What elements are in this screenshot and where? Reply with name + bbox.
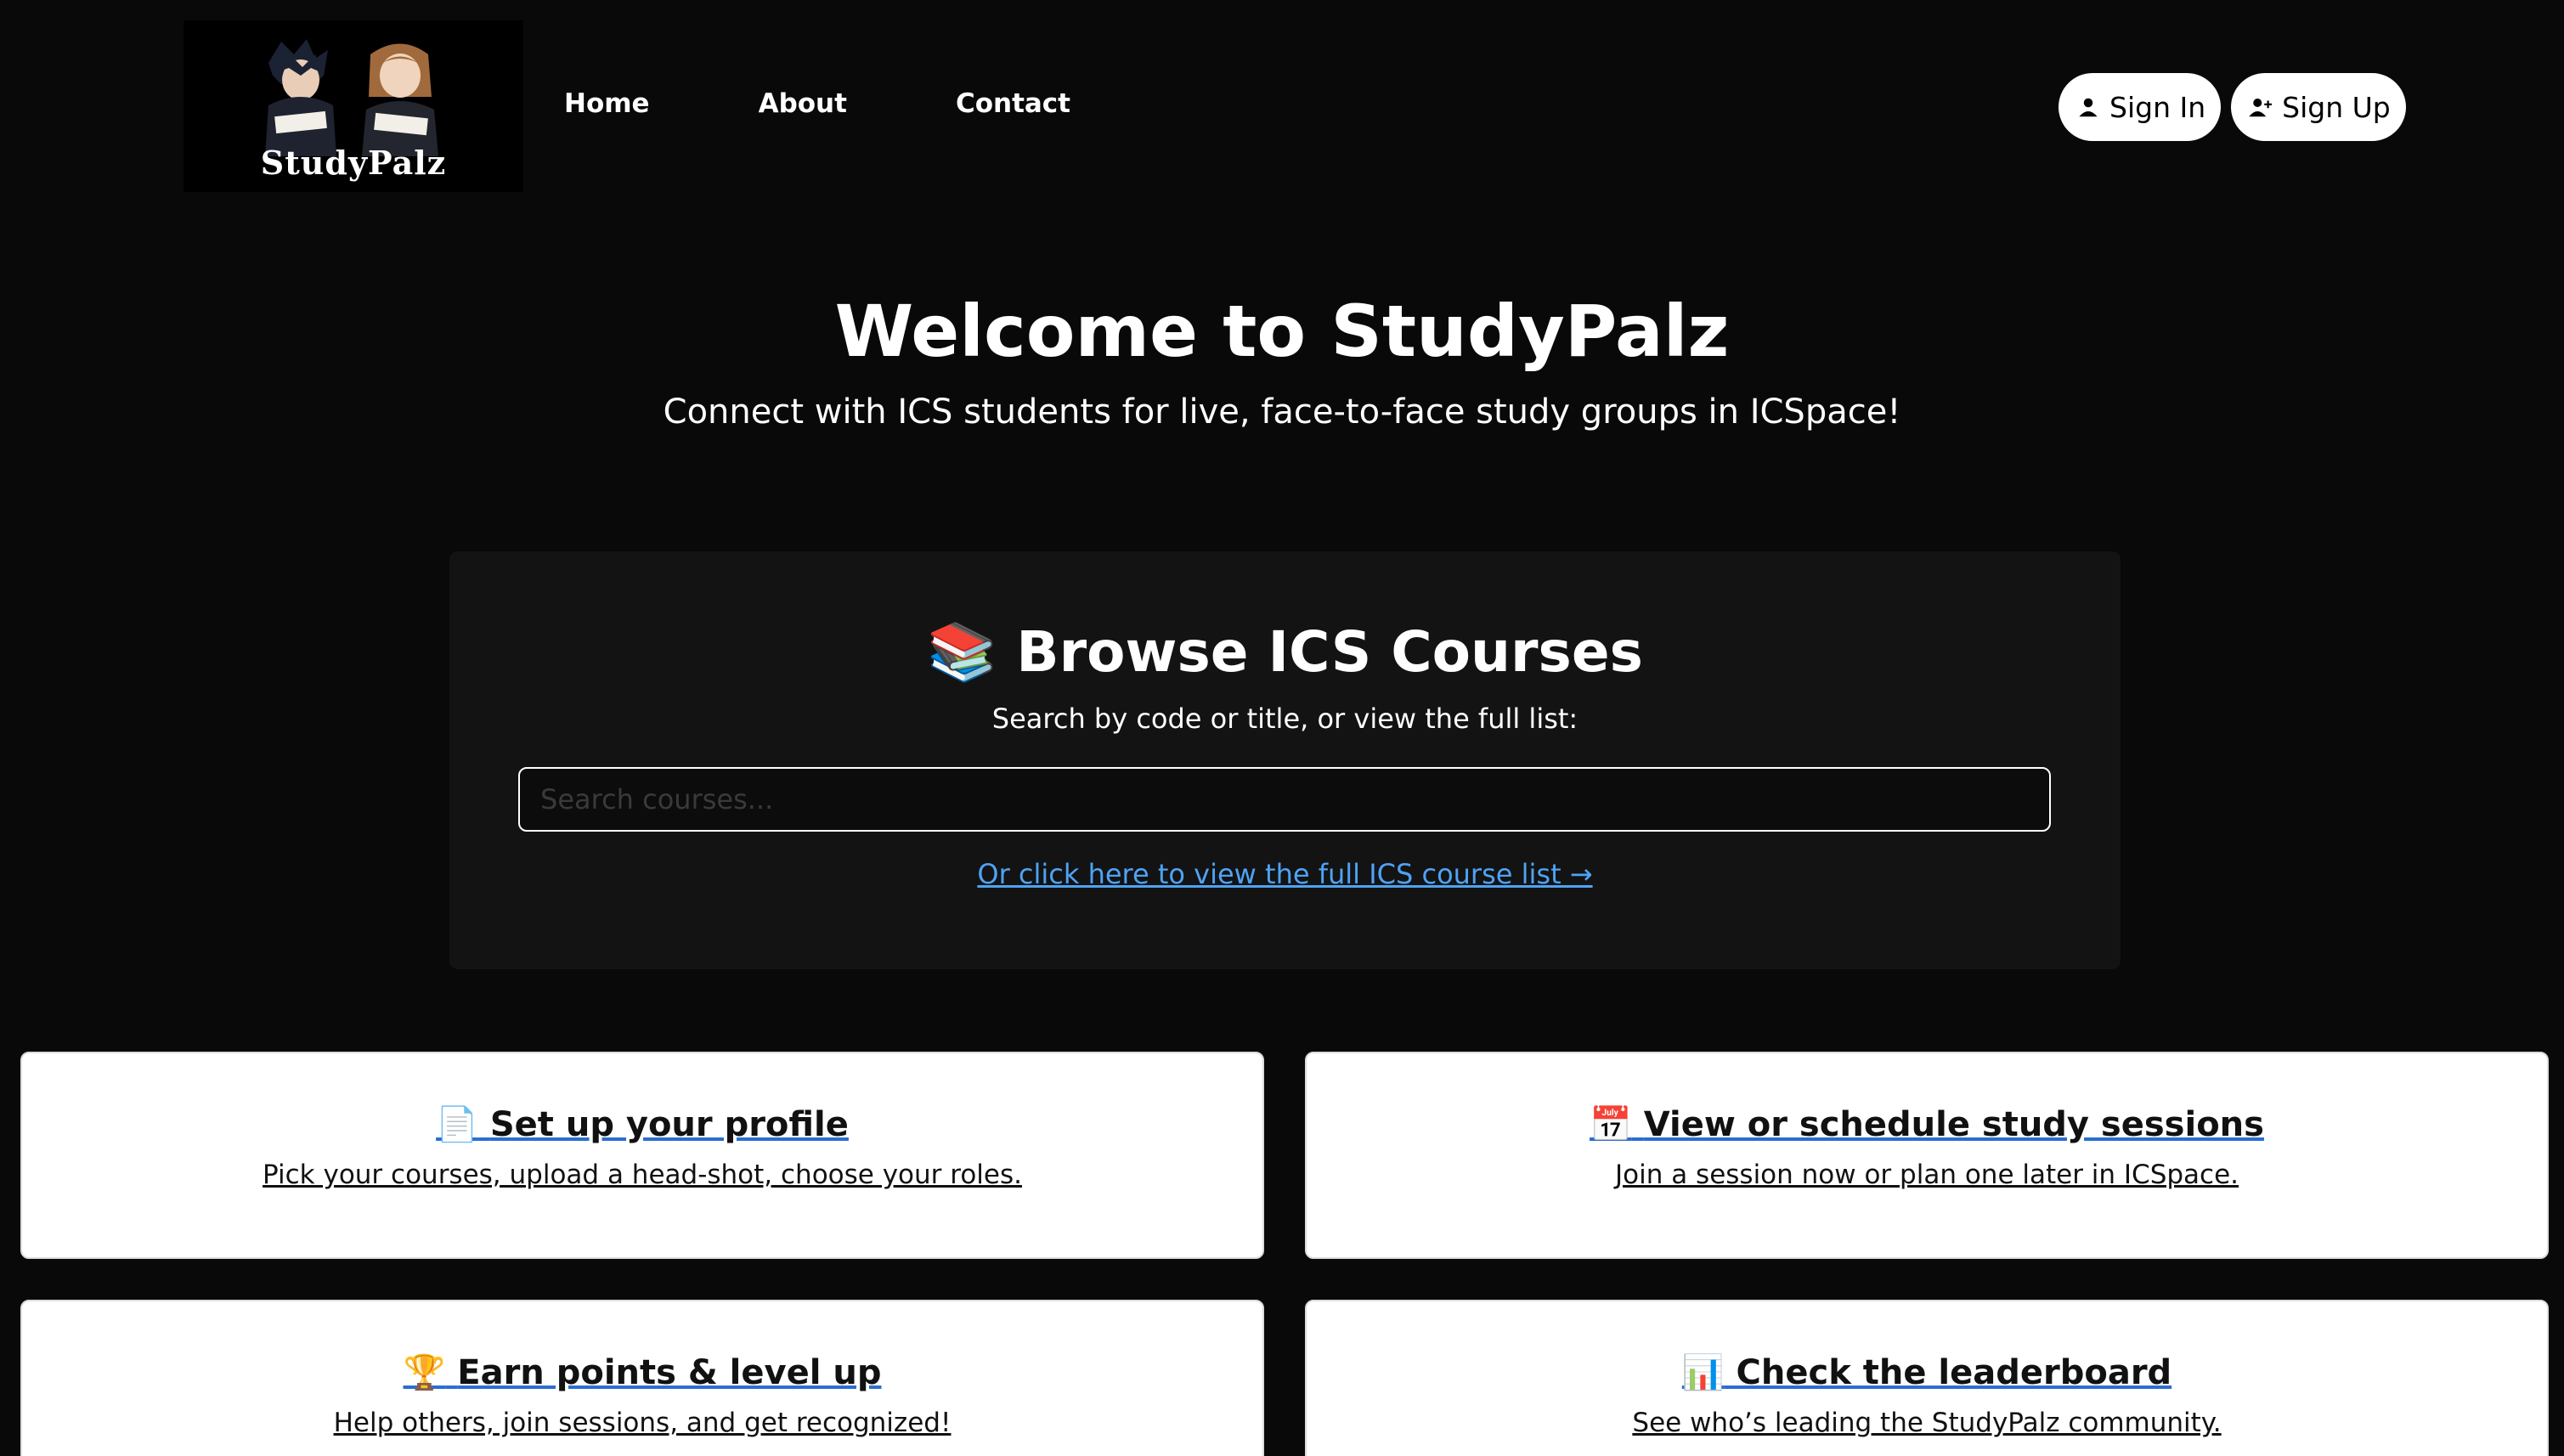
sign-up-button[interactable]: Sign Up (2231, 73, 2406, 141)
nav-about-link[interactable]: About (759, 88, 847, 119)
nav-contact-link[interactable]: Contact (956, 88, 1070, 119)
card-description: Help others, join sessions, and get reco… (333, 1408, 952, 1438)
calendar-icon: 📅 (1590, 1105, 1632, 1144)
browse-title: Browse ICS Courses (1016, 619, 1643, 685)
bar-chart-icon: 📊 (1681, 1353, 1725, 1392)
sign-in-button[interactable]: Sign In (2059, 73, 2222, 141)
browse-subtitle: Search by code or title, or view the ful… (991, 703, 1578, 735)
setup-profile-card[interactable]: 📄 Set up your profile Pick your courses,… (20, 1052, 1264, 1259)
main-nav: Home About Contact (564, 88, 1179, 119)
card-title: 📄 Set up your profile (436, 1104, 849, 1144)
earn-points-card[interactable]: 🏆 Earn points & level up Help others, jo… (20, 1300, 1264, 1456)
auth-buttons: Sign In Sign Up (2059, 73, 2406, 141)
browse-courses-panel: 📚 Browse ICS Courses Search by code or t… (449, 551, 2121, 969)
card-title-text: Set up your profile (489, 1105, 849, 1144)
card-description: Pick your courses, upload a head-shot, c… (263, 1160, 1022, 1190)
logo[interactable]: StudyPalz (184, 20, 523, 192)
person-icon (2079, 98, 2098, 117)
logo-text: StudyPalz (260, 144, 447, 182)
card-title: 📅 View or schedule study sessions (1590, 1104, 2264, 1144)
card-description: See who’s leading the StudyPalz communit… (1632, 1408, 2222, 1438)
card-title-text: Check the leaderboard (1736, 1353, 2172, 1392)
card-title-text: View or schedule study sessions (1643, 1105, 2264, 1144)
nav-home-link[interactable]: Home (564, 88, 650, 119)
full-course-list-link[interactable]: Or click here to view the full ICS cours… (449, 858, 2121, 890)
sign-in-label: Sign In (2109, 90, 2206, 124)
page-subtitle: Connect with ICS students for live, face… (663, 392, 1901, 432)
card-title: 📊 Check the leaderboard (1682, 1352, 2171, 1392)
card-title: 🏆 Earn points & level up (404, 1352, 882, 1392)
books-icon: 📚 (927, 619, 997, 685)
study-sessions-card[interactable]: 📅 View or schedule study sessions Join a… (1305, 1052, 2549, 1259)
sign-up-label: Sign Up (2282, 90, 2391, 124)
page-icon: 📄 (436, 1105, 478, 1144)
card-description: Join a session now or plan one later in … (1614, 1160, 2239, 1190)
browse-heading: 📚 Browse ICS Courses (449, 619, 2121, 686)
course-search-input[interactable] (518, 767, 2051, 832)
hero: Welcome to StudyPalz Connect with ICS st… (0, 292, 2564, 432)
page-title: Welcome to StudyPalz (834, 290, 1730, 373)
trophy-icon: 🏆 (403, 1353, 446, 1392)
logo-illustration (265, 39, 438, 156)
card-title-text: Earn points & level up (457, 1353, 882, 1392)
leaderboard-card[interactable]: 📊 Check the leaderboard See who’s leadin… (1305, 1300, 2549, 1456)
person-add-icon (2249, 99, 2273, 117)
